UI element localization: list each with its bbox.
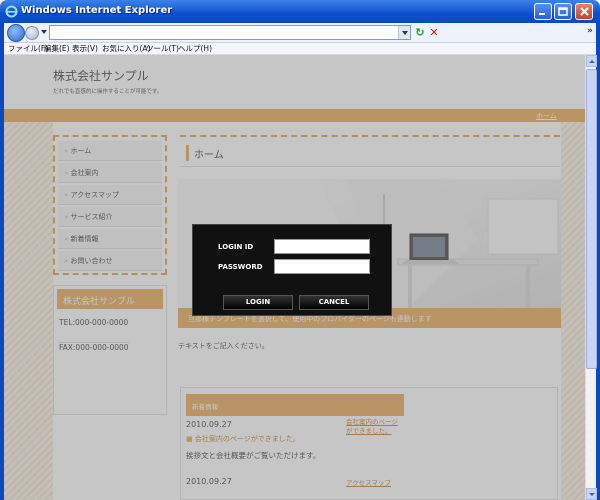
history-dropdown-icon[interactable] — [41, 30, 47, 34]
scroll-thumb[interactable] — [586, 69, 597, 369]
scroll-up-button[interactable] — [586, 55, 597, 67]
vertical-scrollbar[interactable] — [585, 55, 597, 500]
forward-button[interactable] — [25, 26, 39, 40]
menu-edit[interactable]: 編集(E) — [44, 43, 70, 55]
menu-tools[interactable]: ツール(T) — [146, 43, 179, 55]
back-button[interactable] — [7, 24, 25, 42]
menu-bar: ファイル(F) 編集(E) 表示(V) お気に入り(A) ツール(T) ヘルプ(… — [4, 43, 596, 55]
scroll-down-button[interactable] — [586, 488, 597, 500]
minimize-icon — [539, 13, 545, 15]
login-id-label: LOGIN ID — [218, 243, 254, 251]
menu-favorites[interactable]: お気に入り(A) — [102, 43, 150, 55]
menu-help[interactable]: ヘルプ(H) — [178, 43, 212, 55]
login-id-field[interactable] — [274, 239, 370, 254]
password-field[interactable] — [274, 259, 370, 274]
maximize-icon — [558, 7, 568, 16]
cancel-button[interactable]: CANCEL — [299, 295, 369, 310]
stop-icon[interactable]: ✕ — [428, 26, 440, 39]
login-dialog: LOGIN ID PASSWORD LOGIN CANCEL — [192, 224, 392, 316]
password-label: PASSWORD — [218, 263, 263, 271]
title-bar: Windows Internet Explorer — [0, 0, 600, 23]
menu-view[interactable]: 表示(V) — [72, 43, 98, 55]
window-title: Windows Internet Explorer — [21, 5, 173, 16]
close-icon — [580, 7, 589, 16]
ie-logo-icon — [5, 5, 18, 18]
toolbar-chevron-button[interactable]: » — [587, 26, 593, 36]
menu-file[interactable]: ファイル(F) — [8, 43, 48, 55]
close-button[interactable] — [575, 3, 593, 20]
minimize-button[interactable] — [534, 3, 552, 20]
address-dropdown-button[interactable] — [398, 26, 410, 39]
refresh-icon[interactable]: ↻ — [413, 26, 427, 39]
maximize-button[interactable] — [554, 3, 572, 20]
page-viewport: 株式会社サンプル だれでも直感的に操作することが可能です。 ホーム ホーム 会社… — [4, 55, 585, 500]
address-bar[interactable] — [49, 25, 411, 40]
navigation-bar: ↻ ✕ » — [4, 23, 596, 43]
login-button[interactable]: LOGIN — [223, 295, 293, 310]
